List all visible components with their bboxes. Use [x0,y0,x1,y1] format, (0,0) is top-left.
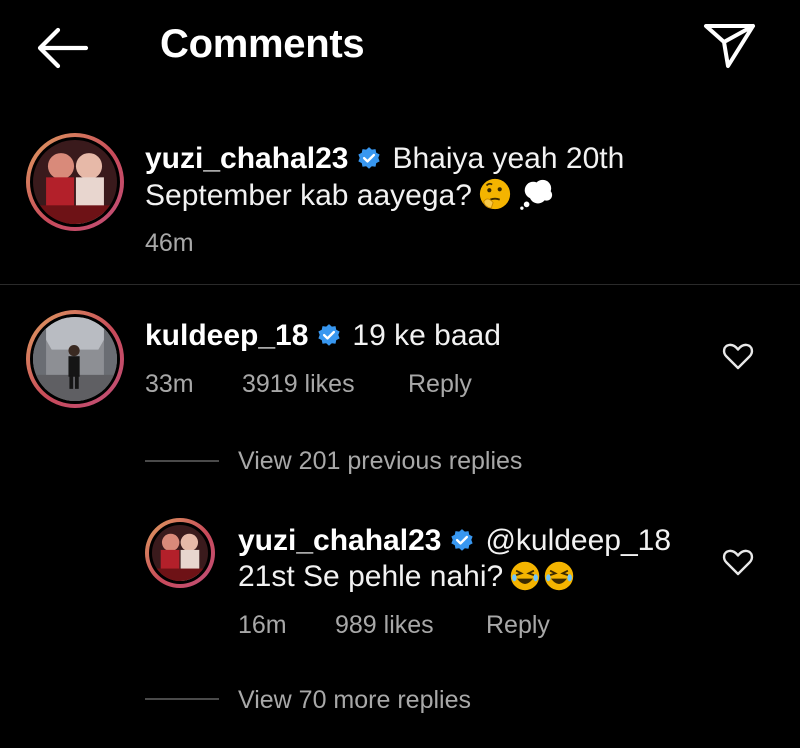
reply-text: yuzi_chahal23 @kuldeep_18 21st Se pehle n… [238,523,708,595]
caption-text-line1: Bhaiya yeah 20th [392,142,625,175]
replies-divider-line [145,460,219,462]
profile-photo [33,317,117,401]
avatar[interactable] [26,133,124,231]
avatar[interactable] [26,310,124,408]
divider [0,284,800,285]
back-button[interactable] [34,26,90,70]
heart-icon [722,549,754,576]
arrow-left-icon [37,27,89,69]
reply-username[interactable]: yuzi_chahal23 [238,524,441,557]
caption-time: 46m [145,229,194,257]
comment-body: 19 ke baad [352,319,501,352]
thinking-face-emoji [479,178,511,210]
rolling-on-floor-laughing-emoji [510,561,540,591]
reply-likes[interactable]: 989 likes [335,611,434,640]
page-title: Comments [160,22,365,66]
paper-plane-icon [704,24,755,68]
profile-photo [33,140,117,224]
comment-time: 33m [145,370,194,398]
verified-badge-icon [318,324,341,346]
avatar[interactable] [145,518,215,588]
comment-likes[interactable]: 3919 likes [242,370,355,399]
thought-balloon-emoji [520,179,553,210]
rolling-on-floor-laughing-emoji [544,561,574,591]
reply-mention[interactable]: @kuldeep_18 [485,524,671,557]
caption-text-line2: September kab aayega? [145,179,472,212]
verified-badge-icon [358,147,381,169]
share-button[interactable] [700,18,760,72]
heart-icon [722,343,754,370]
verified-badge-icon [451,529,474,551]
reply-time: 16m [238,611,287,639]
replies-divider-line [145,698,219,700]
view-more-replies[interactable]: View 70 more replies [238,686,471,715]
profile-photo [152,525,208,581]
like-button[interactable] [721,546,755,578]
comment-username[interactable]: kuldeep_18 [145,319,308,352]
reply-button[interactable]: Reply [408,370,472,399]
comment-text: kuldeep_18 19 ke baad [145,318,705,354]
view-previous-replies[interactable]: View 201 previous replies [238,447,522,476]
like-button[interactable] [721,340,755,372]
caption-username[interactable]: yuzi_chahal23 [145,142,348,175]
reply-button[interactable]: Reply [486,611,550,640]
caption-text: yuzi_chahal23 Bhaiya yeah 20th September … [145,141,765,214]
reply-text-line2: 21st Se pehle nahi? [238,560,504,593]
